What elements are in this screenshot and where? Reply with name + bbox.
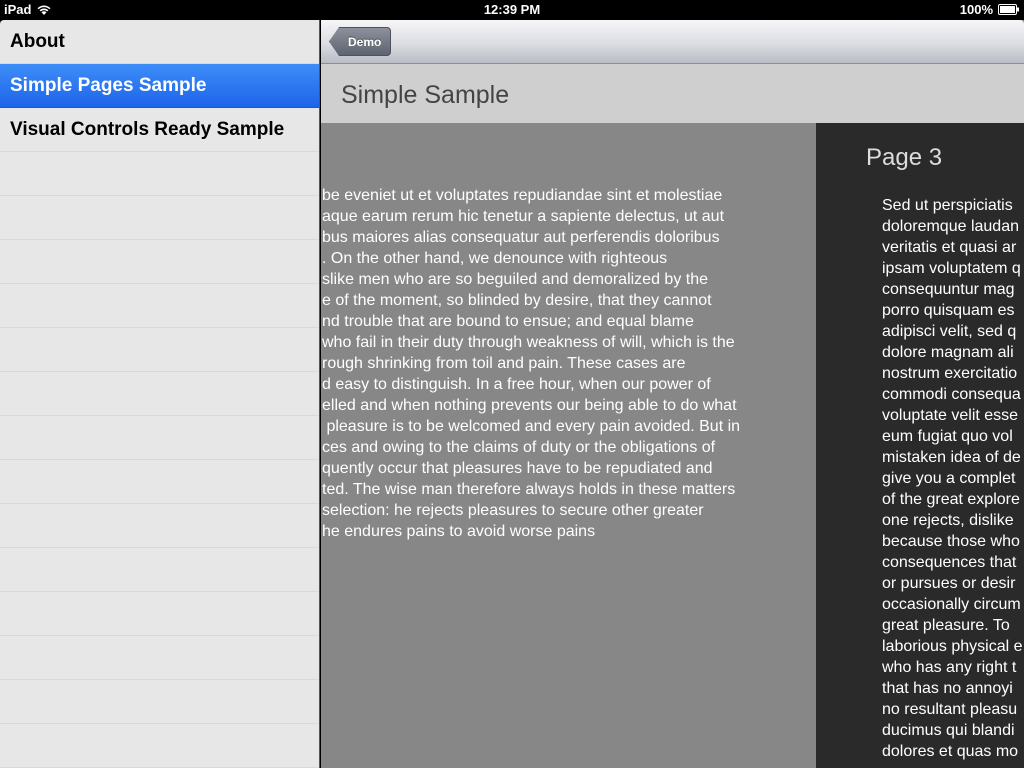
empty-row [0,416,319,460]
sidebar-list: About Simple Pages Sample Visual Control… [0,20,320,768]
ipad-screen: iPad 12:39 PM 100% About Simple Pages Sa… [0,0,1024,768]
back-button[interactable]: Demo [329,27,392,56]
empty-row [0,196,319,240]
title-band: Simple Sample [321,64,1024,123]
status-time: 12:39 PM [483,2,541,17]
empty-row [0,592,319,636]
battery-icon [998,4,1020,15]
sidebar-item-label: About [10,31,65,52]
empty-row [0,636,319,680]
sidebar-item-simple-pages-sample[interactable]: Simple Pages Sample [0,64,319,108]
sidebar-item-about[interactable]: About [0,20,319,64]
page-2-body: be eveniet ut et voluptates repudiandae … [322,187,741,540]
empty-row [0,152,319,196]
sidebar-item-visual-controls-ready-sample[interactable]: Visual Controls Ready Sample [0,108,319,152]
empty-row [0,504,319,548]
sidebar-item-label: Simple Pages Sample [10,75,207,96]
status-right: 100% [960,2,1020,17]
empty-row [0,680,319,724]
page-3-title: Page 3 [866,144,943,171]
empty-row [0,328,319,372]
empty-row [0,460,319,504]
empty-row [0,284,319,328]
page-3: Page 3 Sed ut perspiciatis doloremque la… [816,123,1024,768]
page-scroller[interactable]: be eveniet ut et voluptates repudiandae … [321,123,1024,768]
detail-view: Demo Simple Sample be eveniet ut et volu… [321,20,1024,768]
page-2: be eveniet ut et voluptates repudiandae … [321,123,816,768]
navigation-bar: Demo [321,20,1024,64]
status-bar: iPad 12:39 PM 100% [0,0,1024,20]
page-title: Simple Sample [341,81,510,109]
page-3-body: Sed ut perspiciatis doloremque laudan ve… [882,197,1023,760]
empty-row [0,548,319,592]
battery-percent: 100% [959,2,993,17]
sidebar-item-label: Visual Controls Ready Sample [10,119,285,140]
empty-row [0,724,319,768]
empty-row [0,372,319,416]
empty-row [0,240,319,284]
